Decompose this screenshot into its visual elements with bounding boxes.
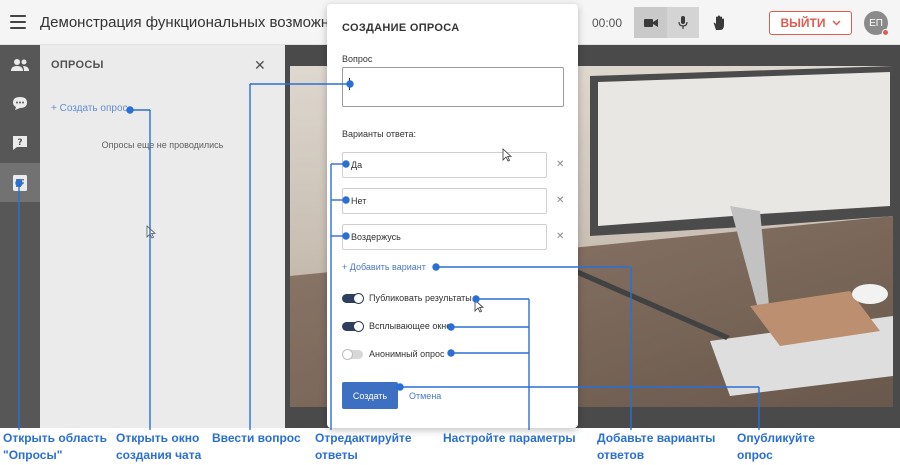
annotation-open-polls: Открыть область "Опросы" <box>3 431 108 462</box>
annotation-enter-question: Ввести вопрос <box>212 431 301 445</box>
annotation-add-variants: Добавьте варианты ответов <box>597 431 716 462</box>
tutorial-screenshot: Демонстрация функциональных возможностей… <box>0 0 900 465</box>
annotation-edit-answers: Отредактируйте ответы <box>315 431 412 462</box>
annotation-publish-poll: Опубликуйте опрос <box>737 431 815 462</box>
annotation-callouts <box>15 80 760 430</box>
annotation-create-window: Открыть окно создания чата <box>116 431 202 462</box>
annotation-configure-options: Настройте параметры <box>443 431 576 445</box>
